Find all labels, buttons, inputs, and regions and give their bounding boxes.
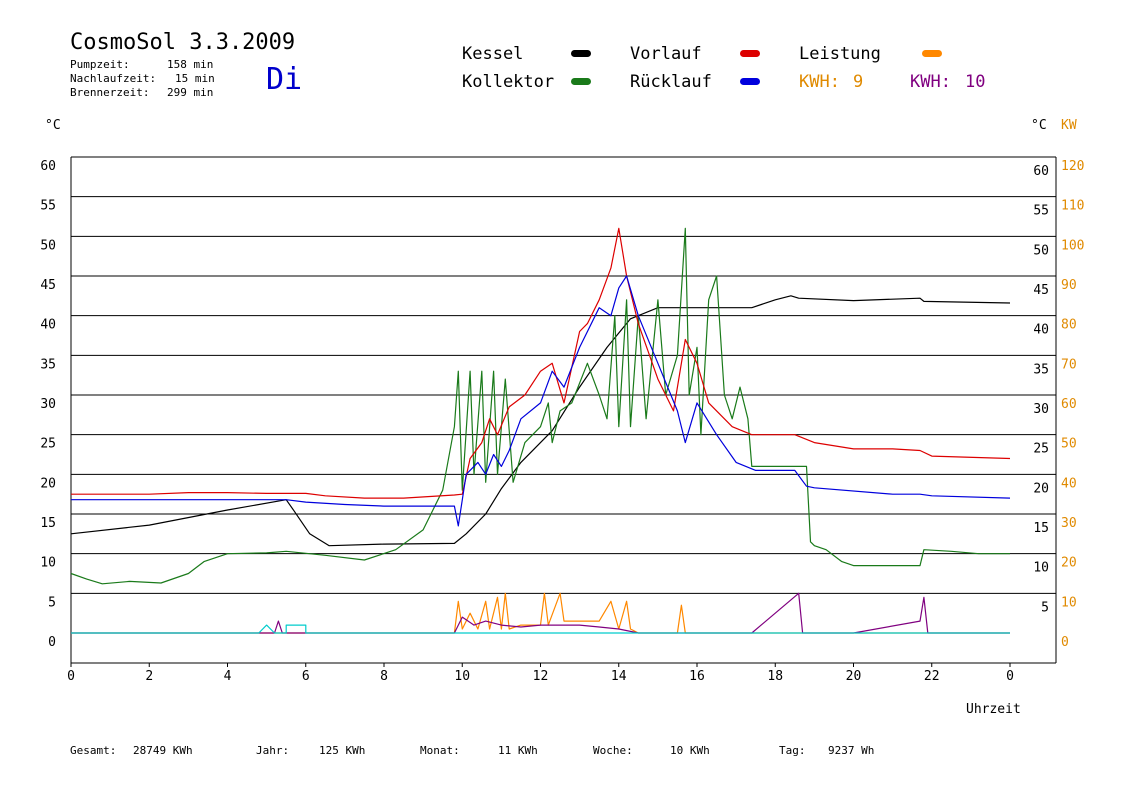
legend-label-ruecklauf: Rücklauf <box>630 72 712 92</box>
footer-label-jahr: Jahr: <box>256 744 290 757</box>
legend-swatch-leistung <box>922 50 942 57</box>
y2-tick-label-50: 50 <box>1061 437 1077 452</box>
series-line-leistung <box>71 592 1010 634</box>
y-tick-label-right-60: 60 <box>1033 164 1049 179</box>
legend-label-kessel: Kessel <box>462 44 524 64</box>
footer-value-jahr: 125 KWh <box>319 744 366 757</box>
footer-label-woche: Woche: <box>593 744 633 757</box>
y-tick-label-right-40: 40 <box>1033 323 1049 338</box>
x-tick-label-10: 20 <box>846 669 862 684</box>
x-axis-label: Uhrzeit <box>966 702 1021 717</box>
y-tick-label-right-55: 55 <box>1033 204 1049 219</box>
y-tick-label-right-15: 15 <box>1033 521 1049 536</box>
legend-swatch-vorlauf <box>740 50 760 57</box>
series-line-pumpe <box>71 592 1010 634</box>
x-tick-label-6: 12 <box>533 669 549 684</box>
y-tick-label-left-5: 5 <box>48 595 56 610</box>
legend-label-kollektor: Kollektor <box>462 72 555 92</box>
x-tick-label-8: 16 <box>689 669 705 684</box>
y-tick-label-left-30: 30 <box>40 397 56 412</box>
x-tick-label-5: 10 <box>454 669 470 684</box>
y2-tick-label-70: 70 <box>1061 357 1077 372</box>
y-tick-label-left-35: 35 <box>40 357 56 372</box>
x-tick-label-0: 0 <box>67 669 75 684</box>
legend-label-vorlauf: Vorlauf <box>630 44 702 64</box>
y2-tick-label-90: 90 <box>1061 278 1077 293</box>
legend-label-leistung: Leistung <box>799 44 881 64</box>
y-tick-label-right-10: 10 <box>1033 561 1049 576</box>
right-axis-unit-c: °C <box>1031 118 1047 133</box>
info-value-brennerzeit: 299 min <box>167 86 214 99</box>
y-tick-label-left-15: 15 <box>40 516 56 531</box>
y2-tick-label-10: 10 <box>1061 595 1077 610</box>
y2-tick-label-80: 80 <box>1061 318 1077 333</box>
y-tick-label-right-5: 5 <box>1041 600 1049 615</box>
info-label-nachlaufzeit: Nachlaufzeit: <box>70 72 157 85</box>
legend-swatch-kollektor <box>571 78 591 85</box>
info-value-nachlaufzeit: 15 min <box>175 72 215 85</box>
y-tick-label-left-20: 20 <box>40 476 56 491</box>
info-label-pumpzeit: Pumpzeit: <box>70 58 130 71</box>
left-axis-unit: °C <box>45 118 61 133</box>
y-tick-label-right-35: 35 <box>1033 362 1049 377</box>
y2-tick-label-60: 60 <box>1061 397 1077 412</box>
y-tick-label-right-25: 25 <box>1033 442 1049 457</box>
y-tick-label-left-55: 55 <box>40 199 56 214</box>
right-axis-unit-kw: KW <box>1061 118 1077 133</box>
x-tick-label-11: 22 <box>924 669 940 684</box>
y2-tick-label-30: 30 <box>1061 516 1077 531</box>
series-line-kollektor <box>70 227 1010 585</box>
x-tick-label-3: 6 <box>302 669 310 684</box>
kwh-label-1: KWH: <box>799 72 840 92</box>
legend-swatch-kessel <box>571 50 591 57</box>
y-tick-label-left-10: 10 <box>40 556 56 571</box>
x-tick-label-12: 0 <box>1006 669 1014 684</box>
kwh-value-2: 10 <box>965 72 986 92</box>
footer-value-tag: 9237 Wh <box>828 744 875 757</box>
y2-tick-label-110: 110 <box>1061 199 1084 214</box>
info-label-brennerzeit: Brennerzeit: <box>70 86 150 99</box>
weekday-label: Di <box>266 62 303 97</box>
y-tick-label-left-50: 50 <box>40 238 56 253</box>
y-tick-label-right-20: 20 <box>1033 481 1049 496</box>
info-value-pumpzeit: 158 min <box>167 58 214 71</box>
chart-title: CosmoSol 3.3.2009 <box>70 30 296 55</box>
legend-swatch-ruecklauf <box>740 78 760 85</box>
y-tick-label-left-40: 40 <box>40 318 56 333</box>
series-line-kessel <box>70 295 1011 547</box>
y-tick-label-right-30: 30 <box>1033 402 1049 417</box>
x-tick-label-7: 14 <box>611 669 627 684</box>
footer-value-woche: 10 KWh <box>670 744 710 757</box>
x-tick-label-4: 8 <box>380 669 388 684</box>
kwh-value-1: 9 <box>853 72 864 92</box>
y2-tick-label-0: 0 <box>1061 635 1069 650</box>
x-tick-label-1: 2 <box>145 669 153 684</box>
x-tick-label-9: 18 <box>767 669 783 684</box>
footer-label-gesamt: Gesamt: <box>70 744 117 757</box>
footer-label-tag: Tag: <box>779 744 806 757</box>
x-tick-label-2: 4 <box>224 669 232 684</box>
series-line-vorlauf <box>71 227 1011 499</box>
y-tick-label-left-0: 0 <box>48 635 56 650</box>
footer-label-monat: Monat: <box>420 744 460 757</box>
y-tick-label-left-45: 45 <box>40 278 56 293</box>
y-tick-label-left-60: 60 <box>40 159 56 174</box>
y2-tick-label-20: 20 <box>1061 556 1077 571</box>
y-tick-label-left-25: 25 <box>40 437 56 452</box>
y-tick-label-right-45: 45 <box>1033 283 1049 298</box>
temperature-chart: 0510152025303540455055605101520253035404… <box>40 156 1084 684</box>
y2-tick-label-100: 100 <box>1061 238 1084 253</box>
footer-value-gesamt: 28749 KWh <box>133 744 193 757</box>
y-tick-label-right-50: 50 <box>1033 243 1049 258</box>
series-line-ruecklauf <box>71 275 1011 527</box>
footer-value-monat: 11 KWh <box>498 744 538 757</box>
y2-tick-label-40: 40 <box>1061 476 1077 491</box>
kwh-label-2: KWH: <box>910 72 951 92</box>
series-line-status <box>71 624 1010 634</box>
y2-tick-label-120: 120 <box>1061 159 1084 174</box>
